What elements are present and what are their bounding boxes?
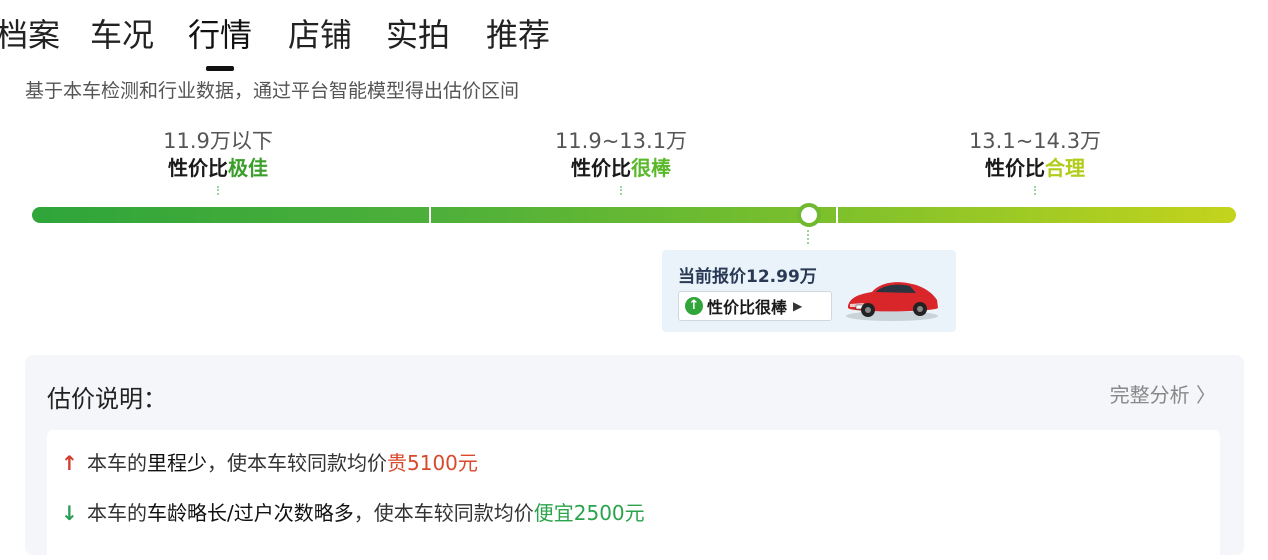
play-arrow-icon: ▶ (793, 299, 803, 313)
current-price-marker (807, 230, 811, 244)
tab-condition[interactable]: 车况 (90, 10, 154, 60)
reason-list: ↑ 本车的里程少，使本车较同款均价贵5100元 ↓ 本车的车龄略长/过户次数略多，使… (47, 430, 1220, 560)
tab-photos[interactable]: 实拍 (386, 10, 450, 60)
reason-item: ↓ 本车的车龄略长/过户次数略多，使本车较同款均价便宜2500元 (61, 498, 645, 528)
current-price-text: 当前报价12.99万 (678, 267, 817, 287)
range-great: 11.9~13.1万 性价比很棒 (471, 128, 771, 182)
arrow-up-icon: ↑ (61, 451, 78, 475)
range-reasonable: 13.1~14.3万 性价比合理 (885, 128, 1185, 182)
tab-market[interactable]: 行情 (188, 10, 252, 60)
range-price: 13.1~14.3万 (968, 129, 1102, 153)
range-marker (217, 186, 221, 195)
range-level: 合理 (1045, 156, 1085, 180)
range-excellent: 11.9万以下 性价比极佳 (68, 128, 368, 182)
reason-item: ↑ 本车的里程少，使本车较同款均价贵5100元 (61, 448, 478, 478)
range-level: 很棒 (631, 156, 671, 180)
range-marker (1034, 186, 1038, 195)
range-label: 性价比合理 (985, 156, 1085, 180)
explanation-title: 估价说明： (47, 385, 167, 413)
range-label: 性价比极佳 (168, 156, 268, 180)
tab-archive[interactable]: 档案 (0, 10, 60, 60)
bar-divider (429, 203, 431, 227)
range-marker (620, 186, 624, 195)
bar-divider (836, 203, 838, 227)
valuation-description: 基于本车检测和行业数据，通过平台智能模型得出估价区间 (25, 80, 520, 102)
arrow-down-icon: ↓ (61, 501, 78, 525)
value-rating-button[interactable]: ↑ 性价比很棒 ▶ (678, 291, 832, 321)
current-price-card: 当前报价12.99万 ↑ 性价比很棒 ▶ (662, 250, 956, 332)
range-label: 性价比很棒 (571, 156, 671, 180)
valuation-explanation-panel: 估价说明： 完整分析 〉 ↑ 本车的里程少，使本车较同款均价贵5100元 ↓ 本车的… (25, 355, 1244, 560)
tab-store[interactable]: 店铺 (288, 10, 352, 60)
active-tab-indicator (206, 66, 234, 71)
range-level: 极佳 (228, 156, 268, 180)
tab-recommend[interactable]: 推荐 (486, 10, 550, 60)
value-rating-label: 性价比很棒 (707, 298, 788, 317)
full-analysis-link[interactable]: 完整分析 〉 (1110, 379, 1216, 408)
range-price: 11.9~13.1万 (554, 129, 688, 153)
current-price-knob (797, 203, 821, 227)
range-price: 11.9万以下 (163, 129, 273, 153)
arrow-up-circle-icon: ↑ (685, 297, 703, 315)
red-sedan-image (846, 282, 938, 321)
price-range-bar (32, 207, 1236, 223)
